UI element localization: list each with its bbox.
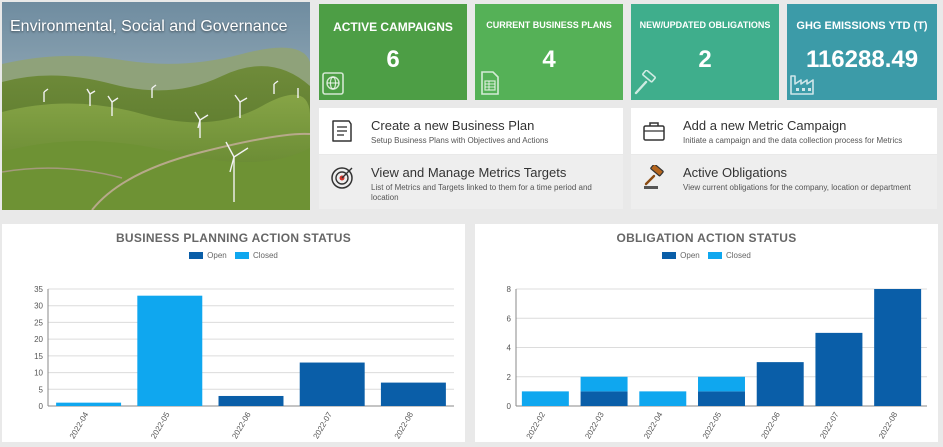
action-title: Active Obligations bbox=[683, 165, 788, 180]
obligation-chart-panel: OBLIGATION ACTION STATUS Open Closed 024… bbox=[475, 224, 938, 442]
bar-closed-2022-03[interactable] bbox=[580, 376, 628, 392]
bar-closed-2022-05[interactable] bbox=[137, 295, 203, 406]
action-description: Initiate a campaign and the data collect… bbox=[683, 136, 903, 145]
y-tick-label: 5 bbox=[39, 385, 44, 394]
y-tick-label: 4 bbox=[507, 344, 512, 353]
bar-open-2022-08[interactable] bbox=[380, 382, 446, 406]
x-tick-label: 2022-05 bbox=[701, 410, 724, 440]
bar-closed-2022-02[interactable] bbox=[521, 391, 569, 406]
y-tick-label: 0 bbox=[507, 402, 512, 411]
action-add-metric-campaign[interactable]: Add a new Metric Campaign Initiate a cam… bbox=[631, 108, 937, 154]
y-tick-label: 0 bbox=[39, 402, 44, 411]
y-tick-label: 35 bbox=[34, 285, 43, 294]
kpi-current-business-plans[interactable]: CURRENT BUSINESS PLANS 4 bbox=[475, 4, 623, 100]
business-planning-bar-chart: 0 5 10 15 20 25 30 35 2022-04 2022-05 2022-06 2022-… bbox=[34, 285, 454, 440]
x-tick-label: 2022-07 bbox=[818, 410, 841, 440]
x-tick-label: 2022-08 bbox=[393, 410, 416, 440]
action-title: Add a new Metric Campaign bbox=[683, 118, 847, 133]
bar-open-2022-08[interactable] bbox=[874, 289, 922, 406]
x-tick-label: 2022-06 bbox=[230, 410, 253, 440]
bar-open-2022-05[interactable] bbox=[698, 391, 745, 406]
kpi-title: CURRENT BUSINESS PLANS bbox=[486, 20, 612, 30]
spreadsheet-icon bbox=[481, 71, 499, 95]
y-tick-label: 8 bbox=[507, 285, 512, 294]
x-tick-label: 2022-06 bbox=[759, 410, 782, 440]
action-description: List of Metrics and Targets linked to th… bbox=[371, 183, 592, 202]
x-tick-label: 2022-04 bbox=[642, 410, 665, 440]
gavel-icon bbox=[634, 70, 656, 95]
hero-title: Environmental, Social and Governance bbox=[10, 18, 288, 35]
factory-icon bbox=[790, 75, 814, 95]
x-tick-label: 2022-08 bbox=[877, 410, 900, 440]
bar-closed-2022-04[interactable] bbox=[56, 402, 122, 406]
y-tick-label: 2 bbox=[507, 373, 512, 382]
action-title: Create a new Business Plan bbox=[371, 118, 535, 133]
kpi-title: NEW/UPDATED OBLIGATIONS bbox=[639, 20, 771, 30]
x-tick-label: 2022-05 bbox=[149, 410, 172, 440]
kpi-active-campaigns[interactable]: ACTIVE CAMPAIGNS 6 bbox=[319, 4, 467, 100]
action-create-business-plan[interactable]: Create a new Business Plan Setup Busines… bbox=[319, 108, 623, 154]
bar-open-2022-06[interactable] bbox=[218, 395, 284, 406]
action-active-obligations[interactable]: Active Obligations View current obligati… bbox=[631, 155, 937, 209]
action-view-metrics-targets[interactable]: View and Manage Metrics Targets List of … bbox=[319, 155, 623, 209]
globe-icon bbox=[322, 72, 344, 95]
business-planning-chart-panel: BUSINESS PLANNING ACTION STATUS Open Clo… bbox=[2, 224, 465, 442]
y-tick-label: 20 bbox=[34, 335, 43, 344]
bar-closed-2022-05[interactable] bbox=[698, 376, 745, 392]
gavel-icon bbox=[644, 165, 664, 189]
y-tick-label: 25 bbox=[34, 318, 43, 327]
kpi-new-updated-obligations[interactable]: NEW/UPDATED OBLIGATIONS 2 bbox=[631, 4, 779, 100]
x-tick-label: 2022-07 bbox=[311, 410, 334, 440]
document-icon bbox=[332, 120, 352, 142]
y-tick-label: 30 bbox=[34, 302, 43, 311]
esg-dashboard: Environmental, Social and Governance ACT… bbox=[0, 0, 943, 447]
action-description: View current obligations for the company… bbox=[683, 183, 911, 192]
action-description: Setup Business Plans with Objectives and… bbox=[371, 136, 549, 145]
bar-open-2022-03[interactable] bbox=[580, 391, 628, 406]
y-tick-label: 6 bbox=[507, 314, 512, 323]
action-title: View and Manage Metrics Targets bbox=[371, 165, 567, 180]
bar-open-2022-07[interactable] bbox=[299, 362, 365, 406]
x-tick-label: 2022-02 bbox=[525, 410, 548, 440]
bar-open-2022-07[interactable] bbox=[815, 332, 863, 406]
y-tick-label: 15 bbox=[34, 352, 43, 361]
hero-banner: Environmental, Social and Governance bbox=[2, 2, 310, 210]
obligation-bar-chart: 0 2 4 6 8 2022-02 2022-03 2022-04 2022-05 2022-06… bbox=[507, 285, 927, 440]
kpi-title: GHG EMISSIONS YTD (T) bbox=[796, 20, 928, 32]
y-tick-label: 10 bbox=[34, 369, 43, 378]
target-icon bbox=[331, 167, 353, 189]
bar-closed-2022-04[interactable] bbox=[639, 391, 687, 406]
briefcase-icon bbox=[643, 122, 665, 141]
x-tick-label: 2022-03 bbox=[583, 410, 606, 440]
kpi-ghg-emissions-ytd[interactable]: GHG EMISSIONS YTD (T) 116288.49 bbox=[787, 4, 937, 100]
kpi-title: ACTIVE CAMPAIGNS bbox=[333, 20, 453, 34]
bar-open-2022-06[interactable] bbox=[756, 362, 804, 406]
x-tick-label: 2022-04 bbox=[68, 410, 91, 440]
